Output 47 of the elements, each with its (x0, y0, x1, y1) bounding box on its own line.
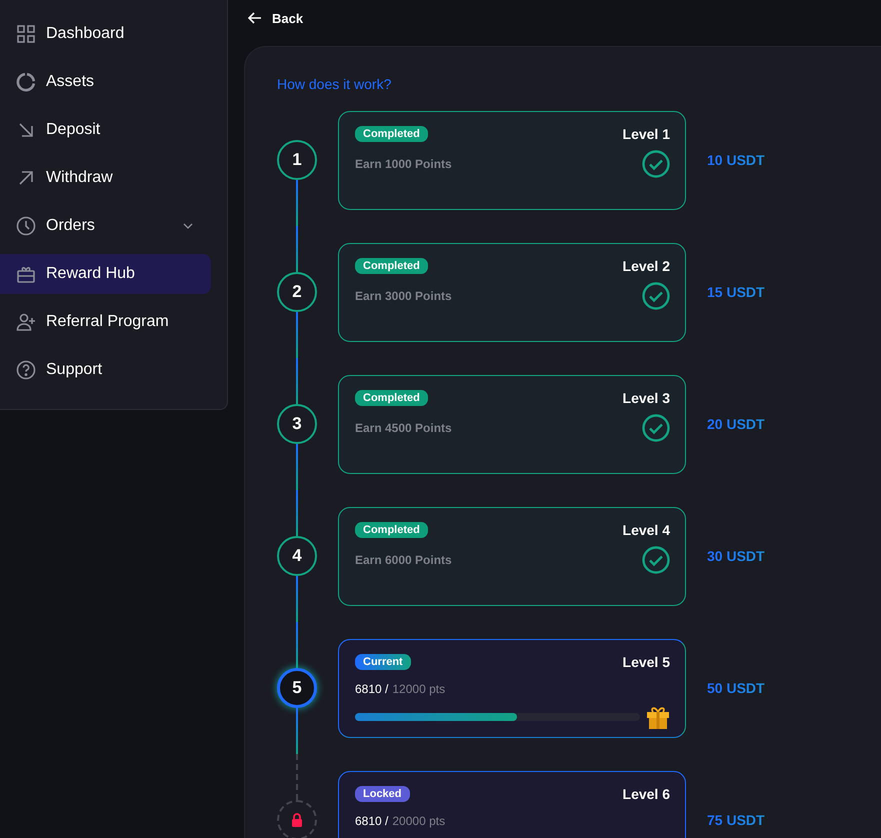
sidebar-item[interactable]: Referral Program (0, 302, 211, 342)
requirement-text: Earn 4500 Points (355, 420, 452, 434)
points-progress-text: 6810 / 20000 pts (355, 814, 446, 828)
check-circle-icon (642, 282, 670, 310)
help-link[interactable]: How does it work? (277, 76, 392, 92)
status-badge: Completed (355, 258, 428, 274)
level-title: Level 4 (622, 522, 670, 538)
chevron-down-icon (183, 223, 193, 229)
ring-chart-icon (16, 72, 36, 92)
step-circle: 3 (277, 404, 317, 444)
sidebar-item[interactable]: Assets (0, 62, 211, 102)
level-title: Level 5 (622, 654, 670, 670)
level-title: Level 1 (622, 126, 670, 142)
step-circle: 4 (277, 536, 317, 576)
status-badge: Completed (355, 522, 428, 538)
help-icon (16, 360, 36, 380)
grid-icon (16, 24, 36, 44)
check-circle-icon (642, 150, 670, 178)
sidebar-item[interactable]: Reward Hub (0, 254, 211, 294)
requirement-text: Earn 1000 Points (355, 156, 452, 170)
status-badge: Current (355, 654, 411, 670)
status-badge: Locked (355, 786, 410, 802)
add-user-icon (16, 312, 36, 332)
step-circle: 1 (277, 140, 317, 180)
sidebar-item[interactable]: Support (0, 350, 211, 390)
sidebar-item[interactable]: Deposit (0, 110, 211, 150)
lock-icon (291, 813, 303, 827)
sidebar-item[interactable]: Dashboard (0, 14, 211, 54)
status-badge: Completed (355, 390, 428, 406)
arrow-left-icon (248, 12, 262, 24)
check-circle-icon (642, 414, 670, 442)
requirement-text: Earn 3000 Points (355, 288, 452, 302)
sidebar-item[interactable]: Withdraw (0, 158, 211, 198)
clock-icon (16, 216, 36, 236)
level-title: Level 6 (622, 786, 670, 802)
step-circle: 2 (277, 272, 317, 312)
check-circle-icon (642, 546, 670, 574)
level-title: Level 2 (622, 258, 670, 274)
back-button[interactable]: Back (248, 10, 304, 26)
points-progress-text: 6810 / 12000 pts (355, 682, 446, 696)
sidebar-item[interactable]: Orders (0, 206, 211, 246)
level-title: Level 3 (622, 390, 670, 406)
gift-icon (16, 264, 36, 284)
gift-box-icon (646, 704, 670, 730)
step-circle: 5 (277, 668, 317, 708)
requirement-text: Earn 6000 Points (355, 552, 452, 566)
status-badge: Completed (355, 126, 428, 142)
